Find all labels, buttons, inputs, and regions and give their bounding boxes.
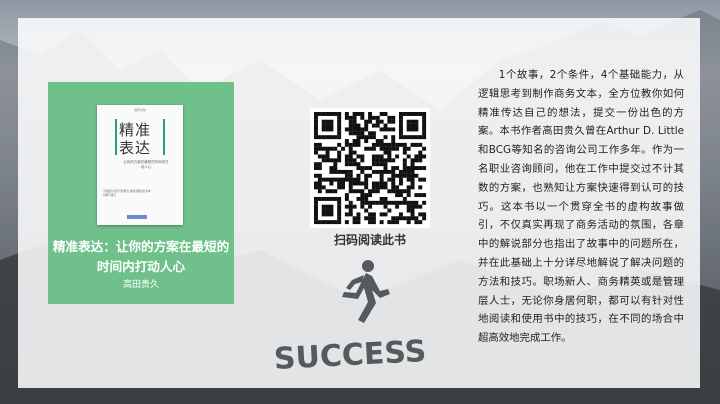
qr-code[interactable] — [310, 108, 430, 228]
book-author: 高田贵久 — [122, 280, 159, 290]
cover-blurb: 全面提升商务写作能力 快速掌握商务文本的撰写技巧 — [103, 190, 151, 197]
cover-logo — [127, 215, 147, 219]
qr-label: 扫码阅读此书 — [333, 233, 406, 247]
book-title[interactable]: 精准表达：让你的方案在最短的时间内打动人心 — [50, 237, 232, 277]
cover-accent-bar — [115, 119, 117, 155]
success-text: SUCCESS — [273, 334, 427, 377]
cover-publisher: 湛庐文化 — [133, 108, 146, 112]
success-badge: SUCCESS — [273, 334, 427, 377]
book-description: 1个故事，2个条件，4个基础能力，从逻辑思考到制作商务文本，全方位教你如何精准传… — [478, 69, 684, 345]
cover-subtitle: 让你的方案在最短的时间内打动人心 — [123, 160, 169, 169]
cover-accent-bar — [163, 119, 165, 155]
runner-icon — [342, 260, 390, 323]
book-cover[interactable]: 湛庐文化 精准 表达 让你的方案在最短的时间内打动人心 全面提升商务写作能力 快… — [97, 105, 183, 225]
qr-code-image — [314, 112, 427, 225]
cover-title: 精准 表达 — [119, 121, 152, 157]
